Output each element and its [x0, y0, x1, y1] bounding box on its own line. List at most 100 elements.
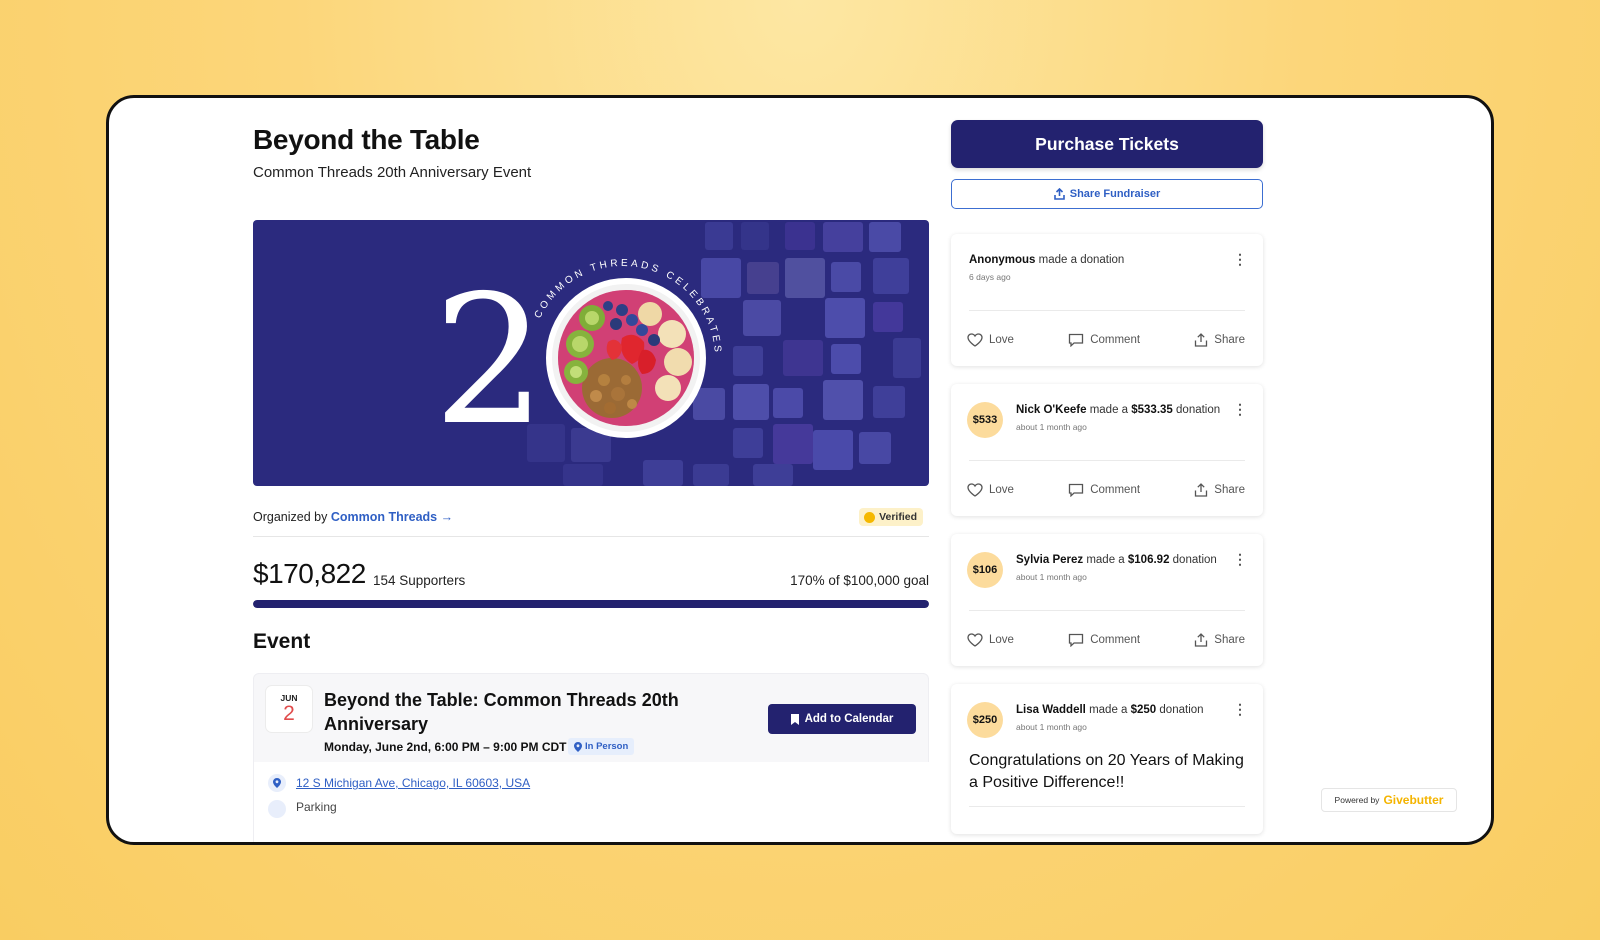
comment-label: Comment	[1090, 634, 1141, 646]
event-more-info: Parking	[296, 800, 337, 814]
comment-icon	[1069, 483, 1084, 497]
donor-name: Anonymous	[969, 254, 1036, 266]
banner-tile	[773, 388, 803, 418]
card-divider	[969, 610, 1245, 611]
banner-tile	[825, 298, 865, 338]
love-label: Love	[989, 484, 1014, 496]
donor-name: Nick O'Keefe	[1016, 404, 1087, 416]
banner-tile	[869, 222, 901, 252]
sidebar: Purchase Tickets Share Fundraiser Anonym…	[951, 98, 1271, 842]
banner-tile	[747, 262, 779, 294]
powered-by-badge[interactable]: Powered by Givebutter	[1321, 788, 1457, 812]
activity-time: about 1 month ago	[1016, 572, 1087, 582]
main-column: Beyond the Table Common Threads 20th Ann…	[253, 98, 930, 842]
comment-button[interactable]: Comment	[1068, 330, 1140, 350]
event-address-row: 12 S Michigan Ave, Chicago, IL 60603, US…	[254, 762, 930, 842]
activity-suffix: donation	[1156, 704, 1204, 716]
card-divider	[969, 310, 1245, 311]
activity-suffix: donation	[1172, 404, 1221, 416]
verified-label: Verified	[879, 511, 917, 523]
more-options-icon[interactable]: ⋮	[1233, 552, 1247, 566]
event-date-badge: JUN 2	[266, 686, 312, 732]
activity-text: Anonymous made a donation	[969, 254, 1124, 266]
parking-icon	[268, 800, 286, 818]
powered-by-label: Powered by	[1334, 795, 1380, 805]
divider	[253, 536, 929, 537]
banner-tile	[831, 262, 861, 292]
activity-action: made a	[1083, 554, 1128, 566]
givebutter-logo: Givebutter	[1383, 793, 1444, 807]
banner-tile	[873, 386, 905, 418]
purchase-tickets-button[interactable]: Purchase Tickets	[951, 120, 1263, 168]
more-options-icon[interactable]: ⋮	[1233, 402, 1247, 416]
add-to-calendar-label: Add to Calendar	[804, 713, 894, 725]
banner-tile	[831, 344, 861, 374]
banner-tile	[859, 432, 891, 464]
banner-tile	[705, 222, 733, 250]
comment-button[interactable]: Comment	[1068, 630, 1140, 650]
verified-icon	[864, 511, 876, 523]
activity-card: Anonymous made a donation 6 days ago ⋮ L…	[951, 234, 1263, 366]
avatar: $106	[967, 552, 1003, 588]
share-icon	[1053, 188, 1065, 200]
activity-time: about 1 month ago	[1016, 422, 1087, 432]
event-address-link[interactable]: 12 S Michigan Ave, Chicago, IL 60603, US…	[296, 776, 530, 790]
banner-tile	[733, 384, 769, 420]
progress-bar	[253, 600, 929, 608]
fruit-bowl-image	[546, 278, 706, 438]
share-button[interactable]: Share	[1194, 480, 1245, 500]
heart-icon	[967, 483, 983, 497]
activity-text: Nick O'Keefe made a $533.35 donation	[1016, 404, 1220, 416]
app-frame: Beyond the Table Common Threads 20th Ann…	[106, 95, 1494, 845]
banner-tile	[733, 346, 763, 376]
activity-action: made a donation	[1035, 254, 1125, 266]
in-person-badge: In Person	[568, 738, 635, 755]
share-icon	[1195, 483, 1208, 497]
love-button[interactable]: Love	[967, 330, 1014, 350]
share-fundraiser-button[interactable]: Share Fundraiser	[951, 179, 1263, 209]
supporters-count: 154 Supporters	[373, 573, 466, 588]
comment-label: Comment	[1090, 484, 1141, 496]
event-card: JUN 2 Beyond the Table: Common Threads 2…	[253, 673, 930, 842]
love-label: Love	[989, 334, 1014, 346]
banner-tile	[753, 464, 793, 486]
activity-card: $533 Nick O'Keefe made a $533.35 donatio…	[951, 384, 1263, 516]
share-icon	[1195, 633, 1208, 647]
page-subtitle: Common Threads 20th Anniversary Event	[253, 164, 532, 181]
avatar: $250	[967, 702, 1003, 738]
organizer-row: Organized by Common Threads → Verified	[253, 508, 929, 532]
donation-amount: $533.35	[1131, 404, 1173, 416]
in-person-label: In Person	[585, 741, 629, 752]
banner-tile	[743, 300, 781, 336]
comment-button[interactable]: Comment	[1068, 480, 1140, 500]
banner-tile	[893, 338, 921, 378]
comment-label: Comment	[1090, 334, 1141, 346]
share-button[interactable]: Share	[1194, 630, 1245, 650]
banner-tile	[563, 464, 603, 486]
banner-tile	[741, 222, 769, 250]
share-button[interactable]: Share	[1194, 330, 1245, 350]
organizer-prefix: Organized by	[253, 510, 328, 524]
organizer-name: Common Threads	[330, 510, 438, 524]
activity-suffix: donation	[1169, 554, 1217, 566]
activity-action: made a	[1086, 404, 1132, 416]
card-divider	[969, 460, 1245, 461]
add-to-calendar-button[interactable]: Add to Calendar	[768, 704, 916, 734]
progress-bar-fill	[253, 600, 929, 608]
heart-icon	[967, 633, 983, 647]
share-label: Share	[1214, 484, 1245, 496]
share-fundraiser-label: Share Fundraiser	[1069, 188, 1161, 200]
love-button[interactable]: Love	[967, 630, 1014, 650]
organizer-link[interactable]: Common Threads →	[331, 510, 453, 524]
more-options-icon[interactable]: ⋮	[1233, 252, 1247, 266]
banner-tile	[693, 464, 729, 486]
more-options-icon[interactable]: ⋮	[1233, 702, 1247, 716]
love-button[interactable]: Love	[967, 480, 1014, 500]
activity-card: $106 Sylvia Perez made a $106.92 donatio…	[951, 534, 1263, 666]
banner-tile	[823, 222, 863, 252]
activity-card: $250 Lisa Waddell made a $250 donation a…	[951, 684, 1263, 834]
comment-icon	[1069, 633, 1084, 647]
donor-name: Lisa Waddell	[1016, 704, 1086, 716]
comment-icon	[1069, 333, 1084, 347]
donation-message: Congratulations on 20 Years of Making a …	[969, 752, 1244, 791]
